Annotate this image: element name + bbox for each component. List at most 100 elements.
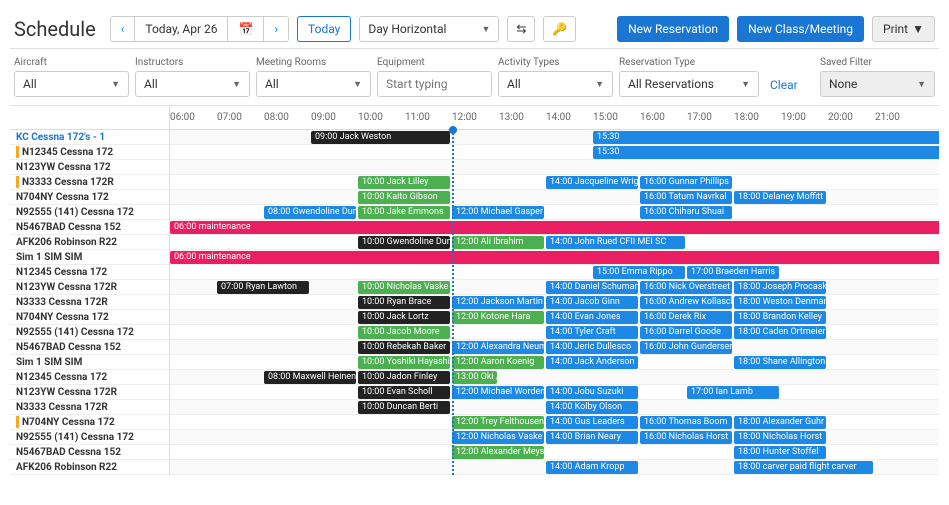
reservation-event[interactable]: 18:00 Shane Allington (734, 356, 826, 369)
reservation-event[interactable]: 12:00 Ali Ibrahim (452, 236, 544, 249)
reservation-event[interactable]: 17:00 Braeden Harris (687, 266, 779, 279)
reservation-event[interactable]: 10:00 Jake Emmons (358, 206, 450, 219)
timeline-row[interactable]: 10:00 Duncan Berti 14:00 Kolby Olson (170, 400, 939, 415)
instructors-filter[interactable]: All▼ (135, 71, 250, 97)
reservation-event[interactable]: 06:00 maintenance (170, 221, 939, 234)
reservation-event[interactable]: 16:00 Tatum Navrkal (640, 191, 732, 204)
resource-row[interactable]: N704NY Cessna 172 (10, 190, 169, 205)
date-label[interactable]: Today, Apr 26 (134, 17, 227, 41)
reservation-event[interactable]: 15:30 (593, 146, 939, 159)
resource-row[interactable]: N704NY Cessna 172 (10, 415, 169, 430)
resource-row[interactable]: N5467BAD Cessna 152 (10, 340, 169, 355)
reservation-event[interactable]: 14:00 John Rued CFII MEI SC (546, 236, 685, 249)
reservation-event[interactable]: 10:00 Jack Lortz (358, 311, 450, 324)
reservation-event[interactable]: 18:00 Weston Denman (734, 296, 826, 309)
reservation-event[interactable]: 18:00 Nicholas Horst (734, 431, 826, 444)
key-icon[interactable]: 🔑 (543, 16, 576, 42)
reservation-event[interactable]: 14:00 Brian Neary (546, 431, 638, 444)
reservation-event[interactable]: 18:00 Joseph Procasky (734, 281, 826, 294)
clear-filters-button[interactable]: Clear (765, 73, 803, 97)
reservation-event[interactable]: 12:00 Alexandra Neumann (452, 341, 544, 354)
reservation-event[interactable]: 14:00 Jacqueline Wright (546, 176, 638, 189)
resource-row[interactable]: N5467BAD Cessna 152 (10, 445, 169, 460)
reservation-event[interactable]: 18:00 Caden Ortmeier (734, 326, 826, 339)
reservation-event[interactable]: 18:00 Hunter Stoffel (734, 446, 826, 459)
reservation-event[interactable]: 07:00 Ryan Lawton (217, 281, 309, 294)
timeline-row[interactable]: 10:00 Jacob Moore14:00 Tyler Craft16:00 … (170, 325, 939, 340)
reservation-event[interactable]: 12:00 Alexander Meysenb (452, 446, 544, 459)
resource-row[interactable]: N123YW Cessna 172R (10, 280, 169, 295)
timeline-row[interactable]: 10:00 Jack Lortz12:00 Kotone Hara14:00 E… (170, 310, 939, 325)
reservation-event[interactable]: 14:00 Jack Anderson (546, 356, 638, 369)
resource-row[interactable]: N3333 Cessna 172R (10, 400, 169, 415)
reservation-event[interactable]: 10:00 Nicholas Vaske (358, 281, 450, 294)
reservation-event[interactable]: 14:00 Jeric Dullesco (546, 341, 638, 354)
resource-row[interactable]: N92555 (141) Cessna 172 (10, 205, 169, 220)
reservation-event[interactable]: 16:00 Darrel Goode (640, 326, 732, 339)
reservation-event[interactable]: 14:00 Tyler Craft (546, 326, 638, 339)
equipment-input[interactable] (377, 71, 492, 97)
reservation-event[interactable]: 18:00 carver paid flight carver (734, 461, 873, 474)
reservation-event[interactable]: 16:00 Gunnar Phillips (640, 176, 732, 189)
today-button[interactable]: Today (297, 16, 351, 42)
timeline-row[interactable]: 08:00 Maxwell Heinen10:00 Jadon Finley13… (170, 370, 939, 385)
timeline-row[interactable]: 10:00 Ryan Brace12:00 Jackson Martin14:0… (170, 295, 939, 310)
reservation-event[interactable]: 08:00 Maxwell Heinen (264, 371, 356, 384)
reservation-event[interactable]: 10:00 Gwendoline Dunlop (358, 236, 450, 249)
reservation-event[interactable]: 14:00 Adam Kropp (546, 461, 638, 474)
reservation-event[interactable]: 12:00 Nicholas Vaske (452, 431, 544, 444)
resource-row[interactable]: N12345 Cessna 172 (10, 145, 169, 160)
timeline-row[interactable]: 12:00 Nicholas Vaske14:00 Brian Neary16:… (170, 430, 939, 445)
reservation-event[interactable]: 12:00 Jackson Martin (452, 296, 544, 309)
next-day-button[interactable]: › (263, 17, 288, 41)
timeline-row[interactable]: 15:30 (170, 145, 939, 160)
resource-row[interactable]: N5467BAD Cessna 152 (10, 220, 169, 235)
timeline-row[interactable]: 09:00 Jack Weston 15:30 (170, 130, 939, 145)
reservation-event[interactable]: 17:00 Ian Lamb (687, 386, 779, 399)
reservation-event[interactable]: 14:00 Daniel Schuman (546, 281, 638, 294)
reservation-event[interactable]: 16:00 John Gundersen (640, 341, 732, 354)
reservation-event[interactable]: 10:00 Evan Scholl (358, 386, 450, 399)
reservation-event[interactable]: 18:00 Alexander Guhr (734, 416, 826, 429)
resource-row[interactable]: Sim 1 SIM SIM (10, 355, 169, 370)
reservation-event[interactable]: 10:00 Duncan Berti (358, 401, 450, 414)
reservation-event[interactable]: 08:00 Gwendoline Dunlop (264, 206, 356, 219)
resource-row[interactable]: N704NY Cessna 172 (10, 310, 169, 325)
resource-row[interactable]: AFK206 Robinson R22 (10, 460, 169, 475)
timeline-row[interactable]: 08:00 Gwendoline Dunlop10:00 Jake Emmons… (170, 205, 939, 220)
reservation-type-filter[interactable]: All Reservations▼ (619, 71, 759, 97)
timeline-row[interactable]: 07:00 Ryan Lawton 10:00 Nicholas Vaske 14:… (170, 280, 939, 295)
print-button[interactable]: Print ▼ (872, 16, 935, 42)
resource-row[interactable]: N3333 Cessna 172R (10, 175, 169, 190)
timeline-row[interactable]: 06:00 maintenance (170, 250, 939, 265)
prev-day-button[interactable]: ‹ (111, 17, 135, 41)
reservation-event[interactable]: 15:30 (593, 131, 939, 144)
new-reservation-button[interactable]: New Reservation (617, 16, 729, 42)
reservation-event[interactable]: 14:00 Kolby Olson (546, 401, 638, 414)
reservation-event[interactable]: 15:00 Emma Rippo (593, 266, 685, 279)
timeline-row[interactable]: 10:00 Evan Scholl12:00 Michael Worden14:… (170, 385, 939, 400)
meeting-rooms-filter[interactable]: All▼ (256, 71, 371, 97)
reservation-event[interactable]: 16:00 Thomas Boom (640, 416, 732, 429)
reservation-event[interactable]: 14:00 Evan Jones (546, 311, 638, 324)
reservation-event[interactable]: 06:00 maintenance (170, 251, 939, 264)
resource-row[interactable]: N92555 (141) Cessna 172 (10, 430, 169, 445)
reservation-event[interactable]: 12:00 Kotone Hara (452, 311, 544, 324)
reservation-event[interactable]: 10:00 Yoshiki Hayashi (358, 356, 450, 369)
timeline-row[interactable]: 10:00 Yoshiki Hayashi12:00 Aaron Koenig1… (170, 355, 939, 370)
reservation-event[interactable]: 09:00 Jack Weston (311, 131, 450, 144)
timeline-row[interactable]: 14:00 Adam Kropp 18:00 carver paid flight… (170, 460, 939, 475)
reservation-event[interactable]: 16:00 Andrew Kollasch (640, 296, 732, 309)
reservation-event[interactable]: 10:00 Jack Lilley (358, 176, 450, 189)
resource-row[interactable]: N12345 Cessna 172 (10, 265, 169, 280)
resource-row[interactable]: N92555 (141) Cessna 172 (10, 325, 169, 340)
view-mode-select[interactable]: Day Horizontal▼ (359, 16, 499, 42)
reservation-event[interactable]: 10:00 Ryan Brace (358, 296, 450, 309)
timeline-row[interactable]: 10:00 Jack Lilley 14:00 Jacqueline Wright… (170, 175, 939, 190)
reservation-event[interactable]: 18:00 Delaney Moffitt (734, 191, 826, 204)
resource-row[interactable]: N123YW Cessna 172R (10, 385, 169, 400)
timeline-row[interactable]: 12:00 Trey Felthousen14:00 Gus Leaders16… (170, 415, 939, 430)
timeline-row[interactable] (170, 160, 939, 175)
reservation-event[interactable]: 16:00 Chiharu Shuai (640, 206, 732, 219)
resource-row[interactable]: KC Cessna 172's - 1 (10, 130, 169, 145)
